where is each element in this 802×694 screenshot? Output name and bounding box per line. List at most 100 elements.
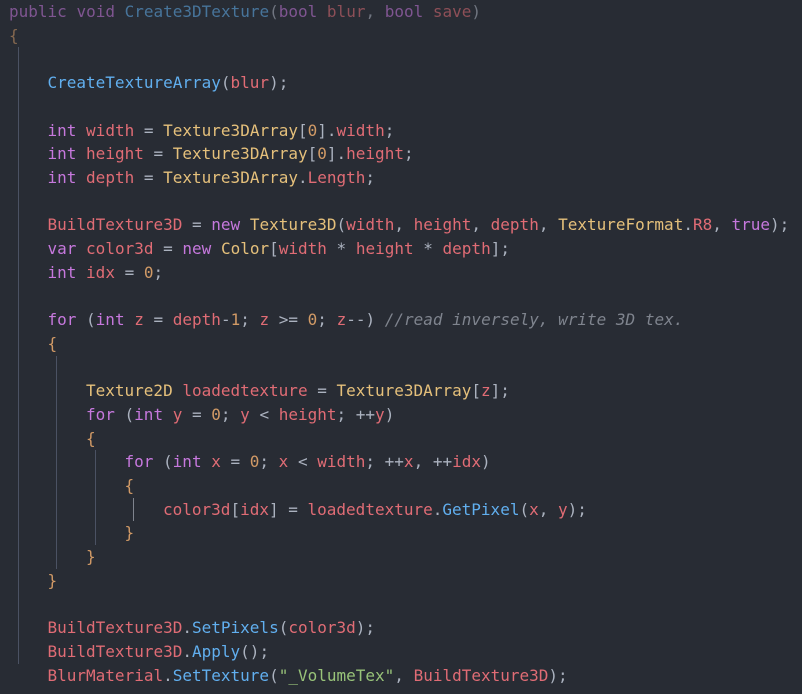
code-token: (); [240, 641, 270, 661]
code-token: = [134, 120, 164, 140]
code-token: loadedtexture [307, 499, 433, 519]
code-line: Texture2D loadedtexture = Texture3DArray… [86, 379, 510, 403]
code-token: [ [230, 499, 241, 519]
indent-guide [17, 47, 19, 664]
code-token: . [182, 618, 192, 638]
code-token: = [143, 310, 173, 330]
code-token: width [317, 452, 366, 472]
code-token: GetPixel [442, 499, 520, 519]
code-token: z [336, 310, 347, 330]
code-token: depth [172, 310, 221, 330]
code-token: Apply [192, 641, 241, 661]
code-token: y [172, 404, 183, 424]
code-line: public void Create3DTexture(bool blur, b… [9, 0, 481, 24]
code-line: { [125, 474, 135, 498]
code-token: SetTexture [172, 665, 270, 685]
code-token: = [143, 144, 173, 164]
code-token: ) [471, 2, 482, 21]
code-token: height [278, 404, 337, 424]
code-token: >= [269, 310, 308, 330]
code-token: y [240, 404, 250, 424]
code-token: } [86, 547, 96, 567]
code-line: BuildTexture3D.SetPixels(color3d); [48, 616, 376, 640]
code-token: BuildTexture3D [413, 665, 549, 685]
code-token: ( [114, 404, 135, 424]
code-token: blur [230, 73, 270, 93]
code-token: Texture2D [86, 381, 173, 401]
code-token: height [413, 215, 472, 235]
code-token: } [124, 523, 135, 543]
code-token: Length [307, 167, 366, 187]
code-token: , [394, 215, 414, 235]
code-token: , [538, 215, 559, 235]
code-token: width [86, 120, 135, 140]
code-token: z [480, 381, 491, 401]
code-token: ; [220, 404, 241, 424]
code-token: - [220, 310, 231, 330]
indent-guide [56, 355, 57, 569]
code-token: z [134, 310, 144, 330]
code-token: 0 [249, 452, 260, 472]
code-token: height [86, 144, 144, 164]
code-token: ; [403, 144, 414, 164]
code-token: height [355, 239, 414, 258]
code-token: void [76, 2, 115, 21]
code-token: int [47, 167, 77, 187]
code-token: ( [269, 2, 279, 21]
code-token: < [249, 404, 279, 424]
code-token: ; [153, 262, 164, 282]
code-token: width [278, 239, 327, 258]
code-token: for [47, 310, 77, 330]
code-token: ); [770, 215, 790, 235]
code-token: ( [220, 73, 231, 93]
code-token: idx [86, 262, 115, 282]
code-token: = [114, 262, 144, 282]
code-token: //read inversely, write 3D tex. [384, 310, 684, 330]
code-token: ; ++ [336, 404, 376, 424]
code-token: ; [259, 452, 279, 472]
code-token: loadedtexture [182, 381, 308, 401]
code-token: = [182, 215, 212, 235]
code-token: . [182, 641, 192, 661]
indent-guide [133, 497, 134, 522]
code-token: { [124, 476, 135, 495]
code-token: = [307, 381, 337, 401]
code-token: ); [355, 618, 376, 638]
code-token: ; [384, 120, 395, 140]
code-token: * [326, 239, 356, 258]
code-token: ]; [490, 381, 510, 401]
code-token: new [182, 239, 212, 258]
code-token: , [471, 215, 491, 235]
code-line: color3d[idx] = loadedtexture.GetPixel(x,… [163, 498, 587, 522]
code-line: { [48, 332, 58, 356]
code-token: = [220, 452, 250, 472]
code-token: R8 [692, 215, 713, 235]
code-token: color3d [163, 499, 231, 519]
code-token: , ++ [413, 452, 453, 472]
code-token: Texture3DArray [163, 167, 298, 187]
code-token: int [47, 120, 77, 140]
code-token: BuildTexture3D [47, 618, 183, 638]
code-token: BuildTexture3D [47, 215, 183, 235]
code-editor[interactable]: public void Create3DTexture(bool blur, b… [0, 0, 802, 694]
code-token: ] = [268, 499, 308, 519]
code-token: int [47, 144, 77, 164]
code-token: [ [297, 120, 308, 140]
code-token: 0 [307, 310, 318, 330]
code-token: ]; [490, 239, 510, 258]
code-line: BlurMaterial.SetTexture("_VolumeTex", Bu… [48, 664, 568, 688]
code-token: ); [548, 665, 568, 685]
code-token: ( [76, 310, 96, 330]
code-token: ; [240, 310, 260, 330]
code-token: blur [326, 2, 366, 21]
code-token: var [47, 239, 77, 258]
code-token: x [211, 452, 221, 472]
code-token: save [432, 2, 472, 21]
